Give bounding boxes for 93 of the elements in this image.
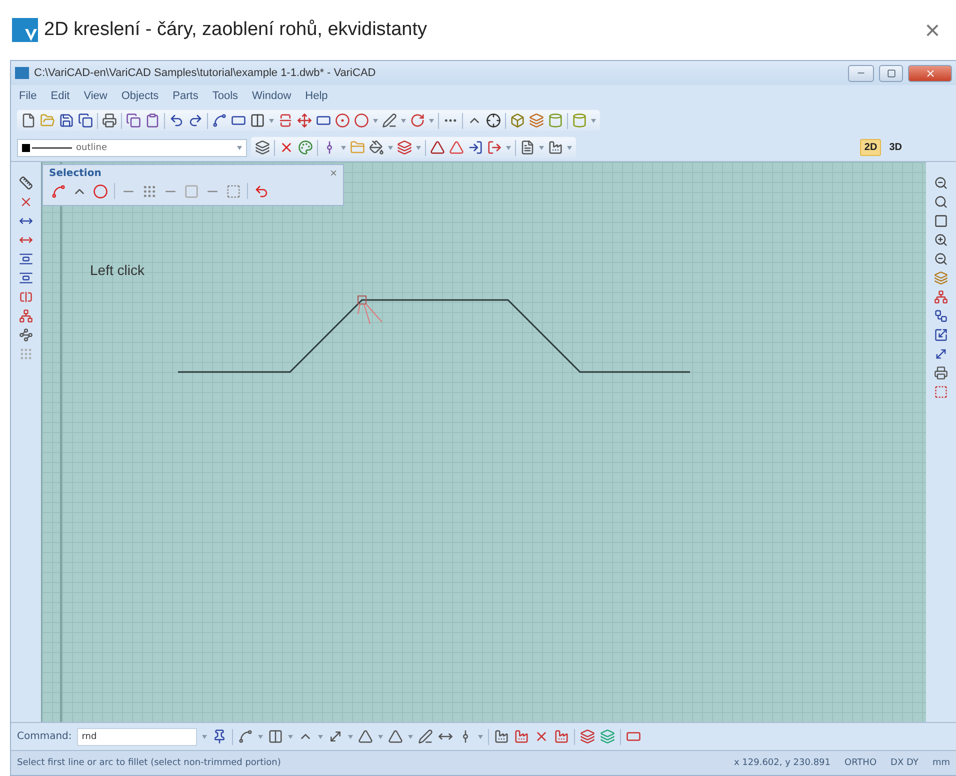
delete-icon[interactable] [279,140,294,155]
close-icon [924,68,936,78]
dialog-title: 2D kreslení - čáry, zaoblení rohů, ekvidistanty [44,19,428,41]
delete-icon[interactable] [19,195,33,209]
line-style-value: outline [76,142,108,152]
units-indicator: mm [932,758,950,768]
polyline-icon[interactable] [212,113,227,128]
menu-item[interactable]: Help [305,90,328,102]
coordinates: x 129.602, y 230.891 [734,758,830,768]
zoom-out-icon[interactable] [934,176,948,190]
grid-icon[interactable] [142,184,157,198]
dimension-icon[interactable] [19,176,33,190]
redo-icon[interactable] [188,113,203,128]
panel-title: Selection [49,168,102,178]
layers-icon[interactable] [580,729,595,744]
undo-icon[interactable] [254,184,269,198]
menu-item[interactable]: Edit [50,90,70,102]
close-button[interactable]: × [330,166,337,180]
menu-item[interactable]: View [84,90,108,102]
close-button[interactable]: × [920,14,944,46]
split-icon[interactable] [278,113,293,128]
network-icon[interactable] [934,290,948,304]
grip-icon[interactable] [19,347,33,361]
box-icon[interactable] [510,113,525,128]
diagonal-icon[interactable] [934,347,948,361]
network-icon[interactable] [19,309,33,323]
menu-item[interactable]: Parts [172,90,198,102]
rotate-icon[interactable] [410,113,425,128]
pen-icon[interactable] [382,113,397,128]
view-mode-button[interactable]: 3D [885,139,906,156]
fillet-icon[interactable] [238,729,253,744]
copy-icon[interactable] [78,113,93,128]
move-icon[interactable] [297,113,312,128]
menu-item[interactable]: Window [252,90,292,102]
clipboard-icon[interactable] [145,113,160,128]
menu-item[interactable]: File [19,90,37,102]
waypoints-icon[interactable] [19,328,33,342]
rectangle-icon[interactable] [626,729,641,744]
split-icon[interactable] [250,113,265,128]
polyline-icon[interactable] [51,184,66,198]
cursor-marker [358,296,382,324]
layers-icon[interactable] [934,271,948,285]
caret-icon[interactable] [237,146,242,150]
command-label: Command: [17,731,72,742]
square-icon[interactable] [934,214,948,228]
close-button[interactable] [908,64,952,82]
triangle-icon[interactable] [430,140,445,155]
menu-item[interactable]: Tools [212,90,238,102]
canvas-label: Left click [90,262,144,278]
import-icon[interactable] [468,140,483,155]
app-icon [15,67,29,79]
view-mode-button[interactable]: 2D [860,139,882,156]
copy-icon[interactable] [126,113,141,128]
command-field[interactable]: rnd [76,728,197,746]
triangle-icon[interactable] [449,140,464,155]
layer-icon[interactable] [255,140,270,155]
line-style-icon [22,144,72,152]
ortho-indicator: ORTHO [844,758,877,768]
menu-item[interactable]: Objects [121,90,159,102]
factory-icon[interactable] [548,140,563,155]
align-icon[interactable] [19,271,33,285]
save-icon[interactable] [59,113,74,128]
split-icon[interactable] [19,290,33,304]
maximize-icon [886,68,896,78]
undo-icon[interactable] [169,113,184,128]
circle-icon[interactable] [354,113,369,128]
circle-split-icon[interactable] [335,113,350,128]
cylinder-icon[interactable] [548,113,563,128]
window-title: C:\VariCAD-en\VariCAD Samples\tutorial\example 1-1.dwb* - VariCAD [34,67,377,79]
crosshair-icon[interactable] [486,113,501,128]
line-style-dropdown[interactable]: outline [17,138,247,156]
dxdy-indicator: DX DY [890,758,918,768]
document-icon[interactable] [520,140,535,155]
zoom-out-icon[interactable] [934,252,948,266]
printer-icon[interactable] [934,366,948,380]
zoom-in-icon[interactable] [934,233,948,247]
scale-icon[interactable] [934,328,948,342]
status-message: Select first line or arc to fillet (select non-trimmed portion) [17,758,282,768]
layers-icon[interactable] [529,113,544,128]
new-file-icon[interactable] [21,113,36,128]
circle-icon[interactable] [93,184,108,198]
cylinder-icon[interactable] [572,113,587,128]
rectangle-icon[interactable] [231,113,246,128]
printer-icon[interactable] [102,113,117,128]
maximize-button[interactable] [879,64,903,82]
export-icon[interactable] [487,140,502,155]
layers-icon[interactable] [397,140,412,155]
palette-icon[interactable] [298,140,313,155]
paint-icon[interactable] [369,140,384,155]
logo-icon [12,18,38,42]
workflow-icon[interactable] [934,309,948,323]
zoom-icon[interactable] [934,195,948,209]
align-icon[interactable] [19,252,33,266]
